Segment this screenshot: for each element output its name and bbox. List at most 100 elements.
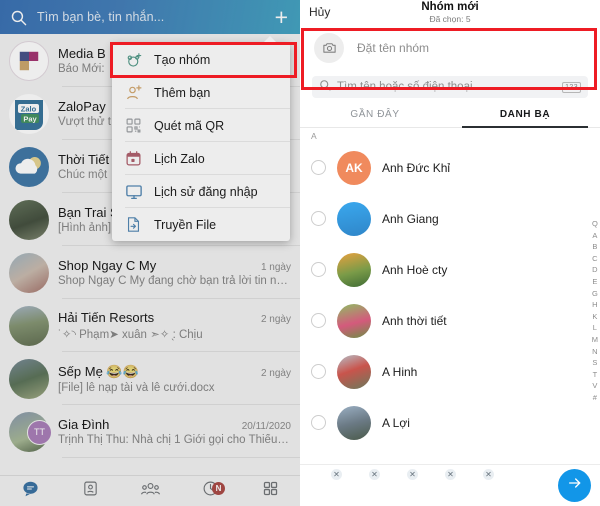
contacts-tab[interactable] xyxy=(60,480,120,502)
avatar xyxy=(337,303,371,338)
chat-time: 1 ngày xyxy=(260,262,291,273)
contact-row[interactable]: AK Anh Đức Khỉ xyxy=(300,142,600,193)
contact-name: Anh Hoè cty xyxy=(382,262,448,277)
menu-item-lich-zalo[interactable]: Lịch Zalo xyxy=(112,142,290,175)
alpha-index-item[interactable]: B xyxy=(592,241,597,253)
chat-time: 2 ngày xyxy=(260,314,291,325)
alpha-index-item[interactable]: L xyxy=(593,322,597,334)
alpha-index-item[interactable]: D xyxy=(592,264,597,276)
contact-row[interactable]: A Lợi xyxy=(300,397,600,448)
contact-search-bar[interactable]: Tìm tên hoặc số điện thoại 123 xyxy=(312,76,588,98)
alpha-index-item[interactable]: C xyxy=(592,253,597,265)
alpha-index-item[interactable]: V xyxy=(592,380,597,392)
selected-count: Đã chọn: 5 xyxy=(429,14,471,24)
alpha-index-item[interactable]: H xyxy=(592,299,597,311)
contact-tabs: GẦN ĐÂY DANH BẠ xyxy=(300,101,600,128)
close-icon[interactable]: ✕ xyxy=(330,467,343,481)
contact-row[interactable]: Anh Giang xyxy=(300,193,600,244)
chat-name: Hải Tiến Resorts xyxy=(58,310,155,325)
alpha-index-item[interactable]: A xyxy=(592,230,597,242)
chat-list-item[interactable]: Hải Tiến Resorts 2 ngày ˙✧◝ Phạm➤ xuân ➣… xyxy=(0,299,300,352)
contact-row[interactable]: A Hinh xyxy=(300,346,600,397)
menu-item-truyen-file[interactable]: Truyền File xyxy=(112,208,290,241)
selected-avatar[interactable]: ✕ xyxy=(423,467,457,502)
plus-icon[interactable]: + xyxy=(275,6,290,29)
avatar xyxy=(9,199,49,240)
group-name-input[interactable]: Đặt tên nhóm xyxy=(357,41,429,55)
avatar xyxy=(337,252,371,287)
menu-item-label: Tạo nhóm xyxy=(154,52,211,67)
messages-tab[interactable] xyxy=(0,480,60,502)
contact-checkbox[interactable] xyxy=(311,364,326,379)
cancel-button[interactable]: Hủy xyxy=(309,5,330,19)
close-icon[interactable]: ✕ xyxy=(406,467,419,481)
menu-item-lich-su-dang-nhap[interactable]: Lịch sử đăng nhập xyxy=(112,175,290,208)
avatar: Zalo Pay xyxy=(9,93,49,134)
menu-item-label: Lịch sử đăng nhập xyxy=(154,184,258,199)
tab-gan-day[interactable]: GẦN ĐÂY xyxy=(300,101,450,127)
selected-avatar[interactable]: ✕ xyxy=(461,467,495,502)
alpha-index-item[interactable]: T xyxy=(593,369,598,381)
next-button[interactable] xyxy=(558,469,591,502)
avatar xyxy=(9,305,49,346)
menu-item-them-ban[interactable]: Thêm bạn xyxy=(112,76,290,109)
group-name-row[interactable]: Đặt tên nhóm xyxy=(300,24,600,71)
avatar xyxy=(9,146,49,187)
avatar xyxy=(337,354,371,389)
alpha-index-item[interactable]: M xyxy=(592,334,598,346)
more-tab[interactable] xyxy=(240,480,300,502)
alpha-index-item[interactable]: E xyxy=(592,276,597,288)
selected-avatar[interactable]: ✕ xyxy=(385,467,419,502)
zalopay-logo: Zalo Pay xyxy=(15,99,43,130)
chat-time: 20/11/2020 xyxy=(241,421,291,432)
tab-danh-ba[interactable]: DANH BẠ xyxy=(450,101,600,128)
close-icon[interactable]: ✕ xyxy=(444,467,457,481)
grid-icon xyxy=(262,480,279,502)
search-icon[interactable] xyxy=(10,9,27,26)
contact-checkbox[interactable] xyxy=(311,415,326,430)
groups-tab[interactable] xyxy=(120,480,180,503)
contact-checkbox[interactable] xyxy=(311,211,326,226)
alpha-index-item[interactable]: G xyxy=(592,288,598,300)
contact-card-icon xyxy=(82,480,99,502)
avatar-initials-badge: TT xyxy=(27,419,52,445)
alpha-index-item[interactable]: N xyxy=(592,346,597,358)
tab-label: GẦN ĐÂY xyxy=(350,108,400,120)
avatar: TT xyxy=(9,411,52,452)
contact-row[interactable]: Anh Hoè cty xyxy=(300,244,600,295)
timeline-tab[interactable]: N xyxy=(180,480,240,502)
contact-checkbox[interactable] xyxy=(311,160,326,175)
selected-avatar[interactable]: ✕ xyxy=(347,467,381,502)
contact-row[interactable]: Anh thời tiết xyxy=(300,295,600,346)
alpha-index-item[interactable]: Q xyxy=(592,218,598,230)
selected-avatar[interactable]: ✕ xyxy=(309,467,343,502)
chat-list-item[interactable]: Shop Ngay C My 1 ngày Shop Ngay C My đan… xyxy=(0,246,300,299)
chat-name: Gia Đình xyxy=(58,417,110,432)
alpha-index-item[interactable]: S xyxy=(592,357,597,369)
menu-item-label: Lịch Zalo xyxy=(154,151,205,166)
close-icon[interactable]: ✕ xyxy=(482,467,495,481)
chat-list-item[interactable]: Sếp Mẹ 😂😂 2 ngày [File] lễ nạp tài và lễ… xyxy=(0,352,300,405)
contact-name: Anh Giang xyxy=(382,211,439,226)
alphabet-index[interactable]: Q A B C D E G H K L M N S T V # xyxy=(592,218,598,404)
search-input[interactable]: Tìm bạn bè, tin nhắn... xyxy=(37,10,265,24)
app-screen: Tìm bạn bè, tin nhắn... + Media B Báo Mớ… xyxy=(0,0,600,506)
svg-text:Zalo: Zalo xyxy=(21,104,37,113)
keypad-toggle[interactable]: 123 xyxy=(562,81,581,93)
chat-list-item[interactable]: TT Gia Đình 20/11/2020 Trịnh Thị Thu: Nh… xyxy=(0,405,300,458)
close-icon[interactable]: ✕ xyxy=(368,467,381,481)
chat-name: Shop Ngay C My xyxy=(58,258,157,273)
avatar: AK xyxy=(337,150,371,185)
menu-item-tao-nhom[interactable]: Tạo nhóm xyxy=(112,43,290,76)
contact-checkbox[interactable] xyxy=(311,313,326,328)
contact-checkbox[interactable] xyxy=(311,262,326,277)
chat-time: 2 ngày xyxy=(260,367,291,379)
camera-icon[interactable] xyxy=(314,32,344,63)
chat-name: Sếp Mẹ 😂😂 xyxy=(58,363,139,379)
avatar xyxy=(337,201,371,236)
contact-search-input[interactable]: Tìm tên hoặc số điện thoại xyxy=(337,81,556,93)
arrow-right-icon xyxy=(567,475,583,496)
alpha-index-item[interactable]: K xyxy=(592,311,597,323)
alpha-index-item[interactable]: # xyxy=(593,392,597,404)
menu-item-quet-ma-qr[interactable]: Quét mã QR xyxy=(112,109,290,142)
